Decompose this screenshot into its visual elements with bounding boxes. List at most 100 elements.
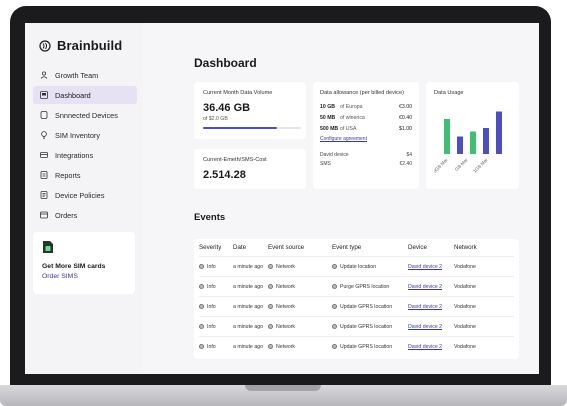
type-text: Update location	[340, 263, 377, 270]
column-header-event-source[interactable]: Event source	[268, 244, 332, 251]
brain-logo-icon	[39, 39, 51, 52]
sidebar-nav: Growth Team Dashboard Snnnected Devices …	[33, 66, 137, 226]
network-cell: Vodafone	[454, 323, 476, 330]
device-link[interactable]: David device 2	[408, 324, 442, 330]
cost-value: 2.514.28	[203, 169, 246, 181]
sidebar-item-dashboard[interactable]: Dashboard	[33, 86, 137, 104]
event-type-icon	[332, 323, 337, 329]
bulb-icon	[41, 131, 47, 139]
allowance-price: $1.00	[399, 125, 412, 132]
data-allowance-card: Data allowance (per billed device) 10 GB…	[313, 82, 419, 189]
column-header-device[interactable]: Device	[408, 244, 454, 251]
severity-dot-icon	[199, 283, 204, 289]
data-volume-label: Current Month Data Volume	[203, 90, 273, 96]
severity-dot-icon	[199, 303, 204, 309]
type-text: Update GPRS location	[340, 344, 393, 350]
device-cell: David device 2	[408, 304, 454, 310]
source-cell: Network	[268, 324, 332, 330]
event-type-icon	[332, 283, 337, 289]
column-header-event-type[interactable]: Event type	[332, 244, 408, 251]
sidebar-item-connected-devices[interactable]: Snnnected Devices	[33, 106, 137, 124]
network-cell: Vodafone	[454, 303, 476, 310]
integration-icon	[40, 152, 48, 158]
data-volume-progress	[203, 127, 301, 129]
source-text: Network	[276, 283, 296, 290]
sidebar-item-device-policies[interactable]: Device Policies	[33, 186, 137, 204]
sidebar-item-sim-inventory[interactable]: SIM Inventory	[33, 126, 137, 144]
event-rows: Info a minute ago Network Update location Da…	[199, 257, 514, 357]
severity-cell: Info	[199, 344, 233, 350]
table-row[interactable]: Info a minute ago Network Update GPRS locat…	[199, 337, 514, 357]
column-header-date[interactable]: Date	[233, 244, 268, 251]
device-cost-label: David device	[320, 151, 349, 158]
device-cost-label: SMS	[320, 160, 331, 167]
policy-icon	[40, 191, 48, 199]
type-text: Update GPRS location	[340, 323, 393, 330]
events-header-row: Severity Date Event source Event type De…	[199, 239, 514, 257]
sidebar-item-growth-team[interactable]: Growth Team	[33, 66, 137, 84]
network-source-icon	[268, 303, 273, 309]
severity-dot-icon	[199, 344, 204, 350]
data-volume-sub: of $2.0 GB	[203, 116, 228, 122]
device-link[interactable]: David device 2	[408, 284, 442, 290]
network-source-icon	[268, 323, 273, 329]
sidebar-item-label: Orders	[55, 210, 78, 220]
type-cell: Update location	[332, 264, 408, 270]
source-cell: Network	[268, 344, 332, 350]
table-row[interactable]: Info a minute ago Network Update GPRS locat…	[199, 317, 514, 337]
order-sims-link[interactable]: Order SIMS	[42, 273, 126, 280]
allowance-price: €3.00	[399, 103, 412, 110]
app-screen: Brainbuild Growth Team Dashboard Snnnect…	[25, 23, 539, 374]
data-volume-progress-fill	[203, 127, 277, 129]
severity-text: Info	[207, 303, 216, 310]
device-cost-row: David device $4	[320, 150, 412, 159]
table-row[interactable]: Info a minute ago Network Update GPRS locat…	[199, 297, 514, 317]
sidebar-item-orders[interactable]: Orders	[33, 206, 137, 224]
source-text: Network	[276, 263, 296, 270]
allowance-amount: 50 MB	[320, 114, 336, 121]
sim-promo-card: Get More SIM cards Order SIMS	[33, 232, 135, 294]
device-cell: David device 2	[408, 344, 454, 350]
events-table: Severity Date Event source Event type De…	[194, 239, 519, 359]
device-cell: David device 2	[408, 324, 454, 330]
severity-dot-icon	[199, 263, 204, 269]
type-cell: Update GPRS location	[332, 344, 408, 350]
device-cell: David device 2	[408, 264, 454, 270]
data-volume-value: 36.46 GB	[203, 102, 251, 114]
event-type-icon	[332, 263, 337, 269]
data-volume-card: Current Month Data Volume 36.46 GB of $2…	[194, 82, 306, 139]
orders-icon	[40, 211, 48, 219]
table-row[interactable]: Info a minute ago Network Update location Da…	[199, 257, 514, 277]
sim-card-icon	[43, 241, 53, 253]
severity-cell: Info	[199, 304, 233, 310]
configure-agreement-link[interactable]: Configure agreement	[320, 136, 412, 142]
allowance-price: €0.40	[399, 114, 412, 121]
cost-card: Current-Emeth/SMS-Cost 2.514.28	[194, 149, 306, 189]
allowance-region: of winerica	[340, 114, 365, 121]
data-usage-card: Data Usage 5GB Mar GB Mar 1GB Mar	[426, 82, 519, 189]
device-link[interactable]: David device 2	[408, 264, 442, 270]
sidebar-item-label: Snnnected Devices	[55, 110, 118, 120]
table-row[interactable]: Info a minute ago Network Purge GPRS locati…	[199, 277, 514, 297]
laptop-notch	[245, 385, 321, 391]
type-text: Purge GPRS location	[340, 283, 390, 290]
usage-bar	[444, 119, 450, 154]
device-link[interactable]: David device 2	[408, 344, 442, 350]
severity-cell: Info	[199, 324, 233, 330]
column-header-network[interactable]: Network	[454, 244, 514, 251]
cost-label: Current-Emeth/SMS-Cost	[203, 157, 267, 163]
sidebar-item-reports[interactable]: Reports	[33, 166, 137, 184]
sidebar-item-label: Integrations	[55, 150, 94, 160]
sidebar-item-label: Dashboard	[55, 90, 91, 100]
user-icon	[40, 71, 48, 79]
device-link[interactable]: David device 2	[408, 304, 442, 310]
type-cell: Update GPRS location	[332, 304, 408, 310]
network-cell: Vodafone	[454, 283, 476, 290]
brand-name: Brainbuild	[57, 38, 123, 53]
allowance-row: 10 GB of Europa €3.00	[320, 101, 412, 112]
sidebar-item-integrations[interactable]: Integrations	[33, 146, 137, 164]
column-header-severity[interactable]: Severity	[199, 244, 233, 251]
page-title: Dashboard	[194, 56, 257, 70]
network-source-icon	[268, 344, 273, 350]
brand[interactable]: Brainbuild	[39, 38, 122, 53]
